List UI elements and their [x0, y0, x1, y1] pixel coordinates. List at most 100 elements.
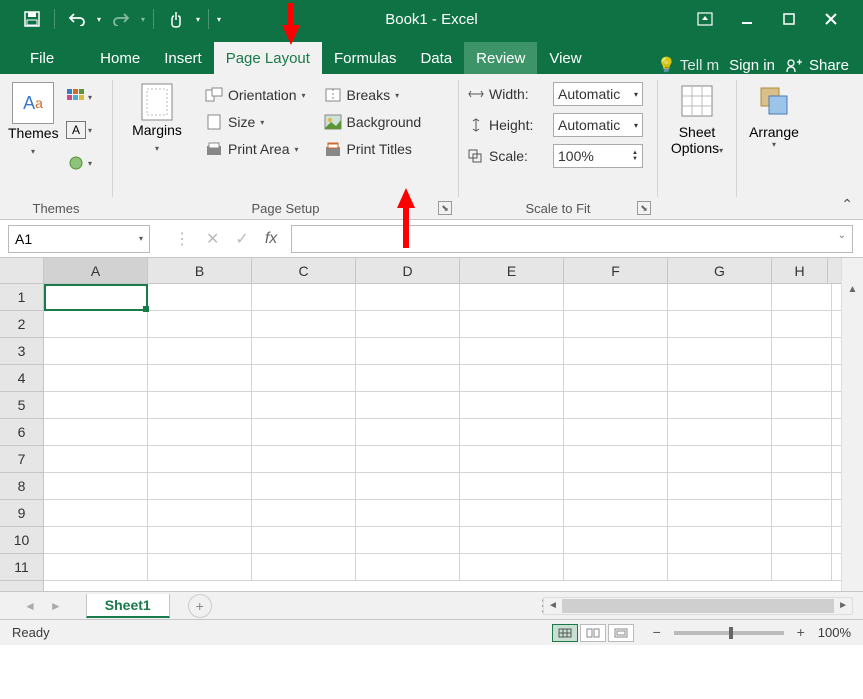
tab-data[interactable]: Data — [408, 42, 464, 74]
tab-home[interactable]: Home — [88, 42, 152, 74]
size-button[interactable]: Size▾ — [199, 111, 312, 133]
page-layout-view-button[interactable] — [580, 624, 606, 642]
scale-dialog-launcher[interactable]: ⬊ — [637, 201, 651, 215]
breaks-icon — [324, 87, 342, 103]
sign-in-link[interactable]: Sign in — [729, 57, 775, 74]
zoom-level[interactable]: 100% — [818, 625, 851, 640]
scale-spinner[interactable]: 100%▲▼ — [553, 144, 643, 168]
tab-split-handle[interactable]: ⋮ — [535, 597, 543, 615]
add-sheet-button[interactable]: + — [188, 594, 212, 618]
row-header[interactable]: 10 — [0, 527, 43, 554]
scale-icon — [467, 148, 485, 164]
effects-button[interactable]: ▾ — [60, 150, 98, 176]
tab-file[interactable]: File — [18, 42, 66, 74]
next-sheet-button[interactable]: ► — [50, 599, 62, 613]
name-box[interactable]: A1▾ — [8, 225, 150, 253]
row-header[interactable]: 8 — [0, 473, 43, 500]
group-scale-to-fit: Width:Automatic▾ Height:Automatic▾ Scale… — [459, 74, 657, 219]
themes-icon: Aa — [12, 82, 54, 124]
column-header[interactable]: E — [460, 258, 564, 283]
arrange-button[interactable]: Arrange ▾ — [737, 74, 811, 219]
row-header[interactable]: 6 — [0, 419, 43, 446]
themes-button[interactable]: Aa Themes ▾ — [8, 80, 58, 176]
scale-label: Scale: — [489, 148, 549, 164]
row-header[interactable]: 5 — [0, 392, 43, 419]
row-header[interactable]: 11 — [0, 554, 43, 581]
save-button[interactable] — [18, 5, 46, 33]
expand-formula-bar[interactable]: ⌄ — [838, 230, 846, 241]
maximize-button[interactable] — [779, 9, 799, 29]
sheet-tab[interactable]: Sheet1 — [86, 594, 170, 618]
print-titles-button[interactable]: Print Titles — [318, 138, 428, 160]
share-button[interactable]: Share — [785, 57, 849, 74]
width-label: Width: — [489, 86, 549, 102]
height-select[interactable]: Automatic▾ — [553, 113, 643, 137]
row-header[interactable]: 7 — [0, 446, 43, 473]
undo-button[interactable] — [63, 5, 91, 33]
cancel-icon[interactable]: ✕ — [206, 229, 219, 249]
cells-area[interactable] — [44, 284, 841, 581]
row-header[interactable]: 3 — [0, 338, 43, 365]
zoom-in-button[interactable]: + — [792, 624, 810, 642]
normal-view-button[interactable] — [552, 624, 578, 642]
tab-insert[interactable]: Insert — [152, 42, 214, 74]
print-area-button[interactable]: Print Area▾ — [199, 138, 312, 160]
select-all-corner[interactable] — [0, 258, 43, 284]
page-break-view-button[interactable] — [608, 624, 634, 642]
breaks-button[interactable]: Breaks▾ — [318, 84, 428, 106]
orientation-button[interactable]: Orientation▾ — [199, 84, 312, 106]
column-header[interactable]: D — [356, 258, 460, 283]
orientation-icon — [205, 87, 223, 103]
collapse-ribbon-button[interactable]: ⌃ — [841, 196, 853, 213]
margins-icon — [136, 82, 178, 122]
annotation-arrow-down — [280, 3, 302, 45]
fx-icon[interactable]: fx — [265, 230, 277, 248]
tell-me-search[interactable]: 💡Tell m — [657, 56, 719, 74]
enter-icon[interactable]: ✓ — [235, 229, 248, 249]
fonts-icon: A — [66, 121, 86, 139]
column-header[interactable]: B — [148, 258, 252, 283]
row-header[interactable]: 1 — [0, 284, 43, 311]
column-header[interactable]: A — [44, 258, 148, 283]
width-icon — [467, 86, 485, 102]
sheet-options-button[interactable]: SheetOptions▾ — [658, 74, 736, 219]
touch-mode-button[interactable] — [162, 5, 190, 33]
zoom-slider[interactable] — [674, 631, 784, 635]
formula-input[interactable]: ⌄ — [291, 225, 853, 253]
column-header[interactable]: F — [564, 258, 668, 283]
print-titles-icon — [324, 141, 342, 157]
column-header[interactable]: G — [668, 258, 772, 283]
tab-review[interactable]: Review — [464, 42, 537, 74]
row-header[interactable]: 2 — [0, 311, 43, 338]
tab-formulas[interactable]: Formulas — [322, 42, 409, 74]
margins-button[interactable]: Margins ▾ — [121, 80, 193, 160]
row-header[interactable]: 9 — [0, 500, 43, 527]
size-icon — [205, 114, 223, 130]
formula-bar: A1▾ ⋮ ✕ ✓ fx ⌄ — [0, 220, 863, 258]
ribbon-tabs: File Home Insert Page Layout Formulas Da… — [0, 38, 863, 74]
zoom-out-button[interactable]: − — [648, 624, 666, 642]
redo-button[interactable] — [107, 5, 135, 33]
colors-icon — [66, 88, 86, 106]
scroll-up-icon[interactable]: ▲ — [842, 284, 863, 295]
column-header[interactable]: H — [772, 258, 828, 283]
minimize-button[interactable] — [737, 9, 757, 29]
prev-sheet-button[interactable]: ◄ — [24, 599, 36, 613]
vertical-scrollbar[interactable]: ▲ — [841, 258, 863, 591]
tab-view[interactable]: View — [537, 42, 593, 74]
background-icon — [324, 114, 342, 130]
page-setup-dialog-launcher[interactable]: ⬊ — [438, 201, 452, 215]
row-header[interactable]: 4 — [0, 365, 43, 392]
close-button[interactable] — [821, 9, 841, 29]
ribbon-display-options[interactable] — [695, 9, 715, 29]
background-button[interactable]: Background — [318, 111, 428, 133]
width-select[interactable]: Automatic▾ — [553, 82, 643, 106]
tab-page-layout[interactable]: Page Layout — [214, 42, 322, 74]
column-header[interactable]: C — [252, 258, 356, 283]
fonts-button[interactable]: A▾ — [60, 117, 98, 143]
colors-button[interactable]: ▾ — [60, 84, 98, 110]
annotation-arrow-up — [395, 188, 417, 248]
horizontal-scrollbar[interactable]: ◄► — [543, 597, 853, 615]
effects-icon — [66, 154, 86, 172]
share-icon — [785, 57, 803, 73]
